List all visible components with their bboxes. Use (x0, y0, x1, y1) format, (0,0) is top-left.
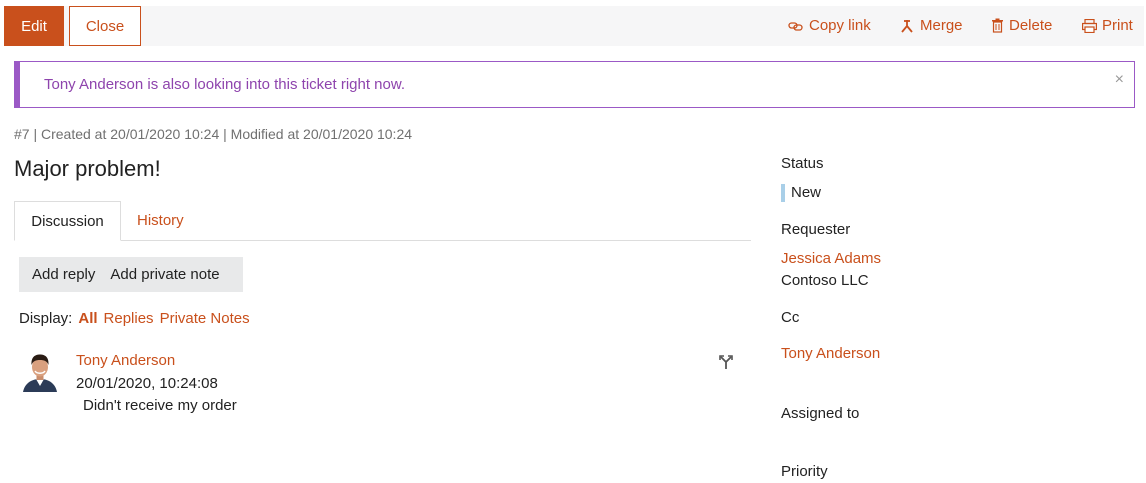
tabs-divider (14, 240, 751, 241)
tab-discussion[interactable]: Discussion (14, 201, 121, 241)
collision-alert: Tony Anderson is also looking into this … (14, 61, 1135, 108)
filter-all[interactable]: All (78, 310, 97, 327)
merge-icon (901, 19, 913, 33)
print-icon (1082, 18, 1097, 33)
close-button[interactable]: Close (69, 6, 141, 46)
split-icon[interactable] (718, 354, 734, 375)
ticket-meta: #7 | Created at 20/01/2020 10:24 | Modif… (14, 126, 413, 142)
cc-name[interactable]: Tony Anderson (781, 345, 880, 362)
display-label: Display: (19, 310, 73, 327)
avatar (19, 350, 61, 392)
delete-button[interactable]: Delete (991, 17, 1052, 34)
alert-text: Tony Anderson is also looking into this … (44, 76, 406, 93)
avatar-image (19, 350, 61, 392)
close-icon[interactable]: × (1115, 72, 1124, 88)
status-label: Status (781, 155, 824, 172)
add-reply-button[interactable]: Add reply (19, 266, 108, 283)
tab-history[interactable]: History (137, 212, 184, 229)
assigned-label: Assigned to (781, 405, 860, 422)
add-private-note-button[interactable]: Add private note (108, 266, 232, 283)
trash-icon (992, 18, 1003, 33)
priority-label: Priority (781, 463, 828, 480)
requester-company: Contoso LLC (781, 272, 869, 289)
page-title: Major problem! (14, 156, 161, 181)
edit-button[interactable]: Edit (4, 6, 64, 46)
filter-replies[interactable]: Replies (104, 310, 154, 327)
cc-label: Cc (781, 309, 800, 326)
copy-link-button[interactable]: Copy link (788, 17, 871, 34)
reply-actions: Add reply Add private note (19, 257, 243, 292)
filter-private-notes[interactable]: Private Notes (160, 310, 250, 327)
delete-label: Delete (1009, 17, 1053, 34)
merge-label: Merge (920, 17, 963, 34)
print-button[interactable]: Print (1082, 17, 1133, 34)
message-author[interactable]: Tony Anderson (76, 352, 175, 369)
status-badge[interactable]: New (791, 184, 821, 201)
message-body: Didn't receive my order (83, 397, 237, 414)
merge-button[interactable]: Merge (899, 17, 963, 34)
print-label: Print (1102, 17, 1133, 34)
tab-discussion-label: Discussion (31, 212, 104, 230)
requester-name[interactable]: Jessica Adams (781, 250, 881, 267)
link-icon (788, 21, 803, 31)
message-timestamp: 20/01/2020, 10:24:08 (76, 375, 218, 392)
status-indicator (781, 184, 785, 202)
toolbar (4, 6, 1144, 46)
display-filter: Display: All Replies Private Notes (19, 310, 250, 327)
copy-link-label: Copy link (809, 17, 871, 34)
requester-label: Requester (781, 221, 851, 238)
